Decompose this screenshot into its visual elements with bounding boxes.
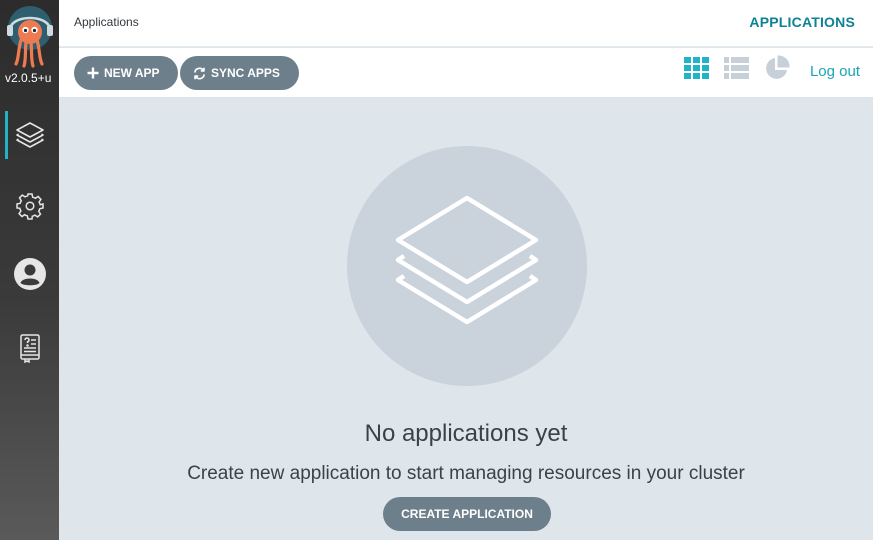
user-icon <box>13 258 46 290</box>
sync-apps-button[interactable]: SYNC APPS <box>180 56 299 90</box>
version-label: v2.0.5+u <box>5 71 52 85</box>
sidebar: v2.0.5+u <box>0 0 59 540</box>
list-view-icon[interactable] <box>724 57 749 84</box>
sidebar-item-applications[interactable] <box>0 110 59 160</box>
empty-state-title: No applications yet <box>364 420 568 447</box>
main-content: No applications yet Create new applicati… <box>59 98 873 540</box>
layers-icon <box>395 195 539 325</box>
top-header: Applications APPLICATIONS <box>59 0 873 47</box>
empty-state-description: Create new application to start managing… <box>187 463 745 484</box>
tiles-view-icon[interactable] <box>684 57 709 84</box>
sidebar-item-documentation[interactable] <box>0 323 59 373</box>
create-application-button[interactable]: CREATE APPLICATION <box>383 497 551 531</box>
toolbar: NEW APP SYNC APPS Log out <box>59 48 873 98</box>
gear-icon <box>15 193 44 220</box>
page-title: APPLICATIONS <box>749 14 855 30</box>
sync-apps-label: SYNC APPS <box>211 66 280 80</box>
new-app-label: NEW APP <box>104 66 160 80</box>
logout-link[interactable]: Log out <box>810 63 860 80</box>
help-book-icon <box>19 334 40 363</box>
sidebar-item-user-info[interactable] <box>0 249 59 299</box>
summary-pie-icon[interactable] <box>764 55 790 86</box>
new-app-button[interactable]: NEW APP <box>74 56 178 90</box>
sidebar-item-settings[interactable] <box>0 181 59 231</box>
sync-icon <box>193 67 206 80</box>
plus-icon <box>87 67 99 79</box>
breadcrumb[interactable]: Applications <box>74 15 139 29</box>
argo-logo-icon[interactable] <box>5 6 55 68</box>
empty-state-illustration <box>347 146 587 386</box>
layers-icon <box>15 122 44 148</box>
